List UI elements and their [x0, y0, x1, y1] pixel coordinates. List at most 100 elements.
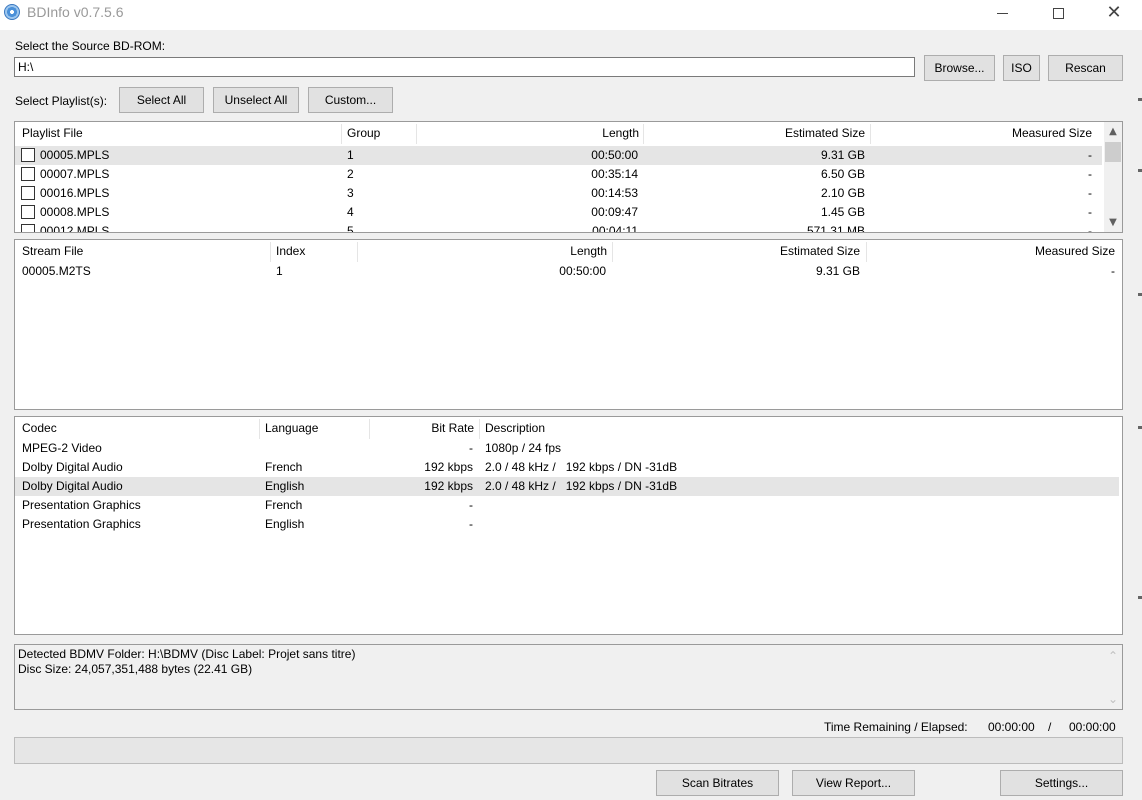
- playlist-checkbox[interactable]: [21, 148, 35, 162]
- column-header-language[interactable]: Language: [265, 417, 318, 439]
- column-header-estimated-size[interactable]: Estimated Size: [614, 240, 860, 262]
- minimize-icon: [996, 12, 1008, 14]
- scan-bitrates-button[interactable]: Scan Bitrates: [656, 770, 779, 796]
- codec-row[interactable]: Dolby Digital Audio French 192 kbps 2.0 / 4…: [15, 458, 1119, 477]
- time-separator: /: [1048, 720, 1052, 734]
- playlist-select-label: Select Playlist(s):: [15, 94, 108, 108]
- view-report-button[interactable]: View Report...: [792, 770, 915, 796]
- column-divider[interactable]: [870, 124, 871, 144]
- select-all-button[interactable]: Select All: [119, 87, 204, 113]
- codec-table: Codec Language Bit Rate Description MPEG…: [14, 416, 1123, 635]
- column-header-estimated-size[interactable]: Estimated Size: [645, 122, 865, 144]
- scrollbar-thumb[interactable]: [1105, 142, 1121, 162]
- unselect-all-button[interactable]: Unselect All: [213, 87, 299, 113]
- codec-row[interactable]: Presentation Graphics French -: [15, 496, 1119, 515]
- stream-estimated-size: 9.31 GB: [815, 264, 860, 278]
- playlist-measured-size: -: [1088, 205, 1092, 219]
- playlist-estimated-size: 571.31 MB: [806, 224, 865, 233]
- column-divider[interactable]: [612, 242, 613, 262]
- time-remaining: 00:00:00: [988, 720, 1035, 734]
- stream-measured-size: -: [1111, 264, 1115, 278]
- codec-row[interactable]: MPEG-2 Video -1080p / 24 fps: [15, 439, 1119, 458]
- maximize-icon: [1052, 7, 1064, 19]
- column-header-measured-size[interactable]: Measured Size: [872, 122, 1092, 144]
- column-divider[interactable]: [357, 242, 358, 262]
- column-header-measured-size[interactable]: Measured Size: [868, 240, 1115, 262]
- maximize-button[interactable]: [1030, 0, 1086, 26]
- close-icon: ✕: [1106, 2, 1122, 23]
- stream-length: 00:50:00: [559, 264, 606, 278]
- status-log[interactable]: Detected BDMV Folder: H:\BDMV (Disc Labe…: [14, 644, 1123, 710]
- scroll-up-arrow-icon[interactable]: ▲: [1104, 122, 1122, 140]
- codec-bit-rate: -: [469, 517, 473, 531]
- edge-artifact: [1138, 293, 1142, 296]
- codec-bit-rate: 192 kbps: [424, 479, 473, 493]
- codec-row[interactable]: Dolby Digital Audio English 192 kbps 2.0 / …: [15, 477, 1119, 496]
- playlist-checkbox[interactable]: [21, 167, 35, 181]
- scroll-down-arrow-icon[interactable]: ⌄: [1104, 690, 1122, 708]
- column-header-playlist-file[interactable]: Playlist File: [22, 122, 83, 144]
- column-header-length[interactable]: Length: [359, 240, 607, 262]
- playlist-group: 5: [347, 224, 354, 233]
- source-label: Select the Source BD-ROM:: [15, 39, 166, 53]
- codec-name: Dolby Digital Audio: [22, 460, 123, 474]
- codec-description: 2.0 / 48 kHz / 192 kbps / DN -31dB: [485, 460, 678, 474]
- playlist-estimated-size: 6.50 GB: [820, 167, 865, 181]
- playlist-row[interactable]: 00005.MPLS 1 00:50:00 9.31 GB -: [15, 146, 1102, 165]
- status-line-disc-size: Disc Size: 24,057,351,488 bytes (22.41 G…: [18, 662, 253, 676]
- playlist-row[interactable]: 00007.MPLS 2 00:35:14 6.50 GB -: [15, 165, 1102, 184]
- title-bar: BDInfo v0.7.5.6 ✕: [0, 0, 1142, 30]
- codec-row[interactable]: Presentation Graphics English -: [15, 515, 1119, 534]
- column-header-bit-rate[interactable]: Bit Rate: [371, 417, 474, 439]
- playlist-row[interactable]: 00008.MPLS 4 00:09:47 1.45 GB -: [15, 203, 1102, 222]
- scroll-down-arrow-icon[interactable]: ▼: [1104, 213, 1122, 231]
- minimize-button[interactable]: [974, 0, 1030, 26]
- playlist-group: 4: [347, 205, 354, 219]
- source-path-input[interactable]: H:\: [14, 57, 915, 77]
- window-title: BDInfo v0.7.5.6: [27, 4, 124, 20]
- playlist-checkbox[interactable]: [21, 186, 35, 200]
- playlist-file: 00005.MPLS: [40, 148, 110, 162]
- column-header-codec[interactable]: Codec: [22, 417, 57, 439]
- custom-button[interactable]: Custom...: [308, 87, 393, 113]
- iso-button[interactable]: ISO: [1003, 55, 1040, 81]
- settings-button[interactable]: Settings...: [1000, 770, 1123, 796]
- playlist-row[interactable]: 00012.MPLS 5 00:04:11 571.31 MB -: [15, 222, 1102, 233]
- playlist-file: 00008.MPLS: [40, 205, 110, 219]
- column-header-group[interactable]: Group: [347, 122, 380, 144]
- column-header-stream-file[interactable]: Stream File: [22, 240, 83, 262]
- playlist-checkbox[interactable]: [21, 205, 35, 219]
- column-divider[interactable]: [259, 419, 260, 439]
- playlist-row[interactable]: 00016.MPLS 3 00:14:53 2.10 GB -: [15, 184, 1102, 203]
- playlist-measured-size: -: [1088, 186, 1092, 200]
- column-header-description[interactable]: Description: [485, 417, 545, 439]
- playlist-estimated-size: 1.45 GB: [820, 205, 865, 219]
- edge-artifact: [1138, 596, 1142, 599]
- scroll-up-arrow-icon[interactable]: ⌃: [1104, 647, 1122, 665]
- playlist-scrollbar[interactable]: ▲ ▼: [1104, 122, 1122, 232]
- edge-artifact: [1138, 426, 1142, 429]
- close-button[interactable]: ✕: [1086, 0, 1142, 26]
- column-divider[interactable]: [369, 419, 370, 439]
- playlist-file: 00012.MPLS: [40, 224, 110, 233]
- playlist-length: 00:09:47: [591, 205, 638, 219]
- playlist-group: 3: [347, 186, 354, 200]
- column-divider[interactable]: [270, 242, 271, 262]
- column-header-index[interactable]: Index: [276, 240, 305, 262]
- codec-name: Presentation Graphics: [22, 498, 141, 512]
- column-header-length[interactable]: Length: [417, 122, 639, 144]
- codec-bit-rate: -: [469, 441, 473, 455]
- disc-icon: [4, 4, 20, 20]
- column-divider[interactable]: [479, 419, 480, 439]
- playlist-checkbox[interactable]: [21, 224, 35, 232]
- codec-name: Dolby Digital Audio: [22, 479, 123, 493]
- stream-row[interactable]: 00005.M2TS 1 00:50:00 9.31 GB -: [15, 262, 1122, 281]
- column-divider[interactable]: [643, 124, 644, 144]
- column-divider[interactable]: [341, 124, 342, 144]
- playlist-table: Playlist File Group Length Estimated Siz…: [14, 121, 1123, 233]
- browse-button[interactable]: Browse...: [924, 55, 995, 81]
- column-divider[interactable]: [866, 242, 867, 262]
- time-label: Time Remaining / Elapsed:: [824, 720, 968, 734]
- rescan-button[interactable]: Rescan: [1048, 55, 1123, 81]
- codec-bit-rate: 192 kbps: [424, 460, 473, 474]
